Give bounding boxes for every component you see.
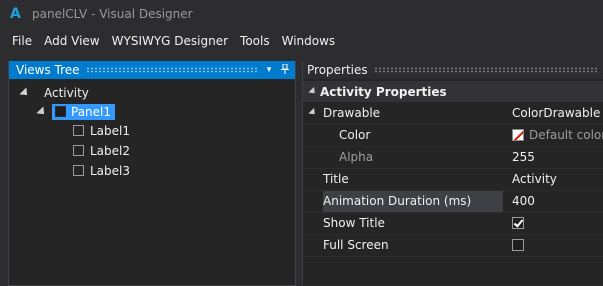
menu-add-view[interactable]: Add View	[38, 30, 106, 52]
visibility-checkbox[interactable]	[73, 165, 84, 176]
tree-node-label: Activity	[44, 85, 89, 100]
dropdown-icon[interactable]: ▾	[263, 65, 275, 75]
tree-node-label: Panel1	[71, 104, 112, 119]
property-row-color[interactable]: Color Default color	[303, 124, 603, 147]
properties-panel: Properties Activity Properties Drawable …	[302, 61, 603, 285]
property-name: Full Screen	[323, 234, 503, 256]
collapse-arrow-icon[interactable]	[308, 86, 318, 97]
menu-windows[interactable]: Windows	[276, 30, 342, 52]
color-swatch-icon[interactable]	[512, 129, 524, 141]
property-row-show-title[interactable]: Show Title	[303, 212, 603, 235]
pin-icon[interactable]	[279, 63, 291, 77]
collapse-arrow-icon[interactable]	[36, 105, 48, 118]
menu-wysiwyg-designer[interactable]: WYSIWYG Designer	[106, 30, 234, 52]
visibility-checkbox[interactable]	[73, 145, 84, 156]
selected-node[interactable]: Panel1	[52, 103, 116, 120]
properties-title: Properties	[307, 63, 368, 77]
menu-bar: File Add View WYSIWYG Designer Tools Win…	[0, 30, 603, 52]
tree-node-label3[interactable]: Label3	[73, 161, 130, 180]
property-name: Animation Duration (ms)	[323, 190, 503, 212]
collapse-arrow-icon[interactable]	[19, 86, 31, 99]
panel-grip	[373, 67, 598, 73]
views-tree-panel: Views Tree ▾ Activity Panel1 Label1 Labe…	[8, 61, 296, 286]
property-value[interactable]: 400	[506, 190, 603, 212]
property-name: Color	[339, 124, 519, 146]
property-value[interactable]	[506, 234, 603, 256]
panel-grip	[85, 67, 257, 73]
tree-node-panel1[interactable]: Panel1	[36, 102, 116, 121]
category-row[interactable]: Activity Properties	[303, 81, 603, 102]
property-name: Show Title	[323, 212, 503, 234]
properties-header[interactable]: Properties	[303, 61, 603, 79]
collapse-arrow-icon[interactable]	[308, 107, 318, 118]
property-value[interactable]	[506, 212, 603, 234]
show-title-checkbox[interactable]	[512, 217, 524, 229]
full-screen-checkbox[interactable]	[512, 239, 524, 251]
app-logo-icon: A	[10, 6, 21, 22]
tree-node-label: Label3	[90, 163, 131, 178]
property-name: Drawable	[323, 102, 503, 124]
property-name: Alpha	[339, 146, 519, 168]
category-label: Activity Properties	[320, 84, 447, 99]
color-value-text: Default color	[529, 127, 603, 142]
tree-node-label: Label1	[90, 123, 131, 138]
tree-node-label1[interactable]: Label1	[73, 121, 130, 140]
property-row-alpha[interactable]: Alpha 255	[303, 146, 603, 169]
property-row-drawable[interactable]: Drawable ColorDrawable	[303, 102, 603, 125]
menu-tools[interactable]: Tools	[234, 30, 276, 52]
visibility-checkbox[interactable]	[55, 106, 66, 117]
visibility-checkbox[interactable]	[73, 125, 84, 136]
property-row-animation-duration[interactable]: Animation Duration (ms) 400	[303, 190, 603, 213]
tree-node-label2[interactable]: Label2	[73, 141, 130, 160]
tree-node-label: Label2	[90, 143, 131, 158]
title-bar: A panelCLV - Visual Designer	[0, 0, 603, 28]
views-tree-title: Views Tree	[16, 63, 80, 77]
menu-file[interactable]: File	[0, 30, 38, 52]
property-value[interactable]: ColorDrawable	[506, 102, 603, 124]
property-row-full-screen[interactable]: Full Screen	[303, 234, 603, 257]
property-row-title[interactable]: Title Activity	[303, 168, 603, 191]
views-tree-header[interactable]: Views Tree ▾	[9, 61, 295, 79]
window-title: panelCLV - Visual Designer	[32, 7, 193, 21]
property-value[interactable]: 255	[506, 146, 603, 168]
property-value[interactable]: Default color	[506, 124, 603, 146]
property-name: Title	[323, 168, 503, 190]
property-value[interactable]: Activity	[506, 168, 603, 190]
tree-node-activity[interactable]: Activity	[19, 83, 89, 102]
